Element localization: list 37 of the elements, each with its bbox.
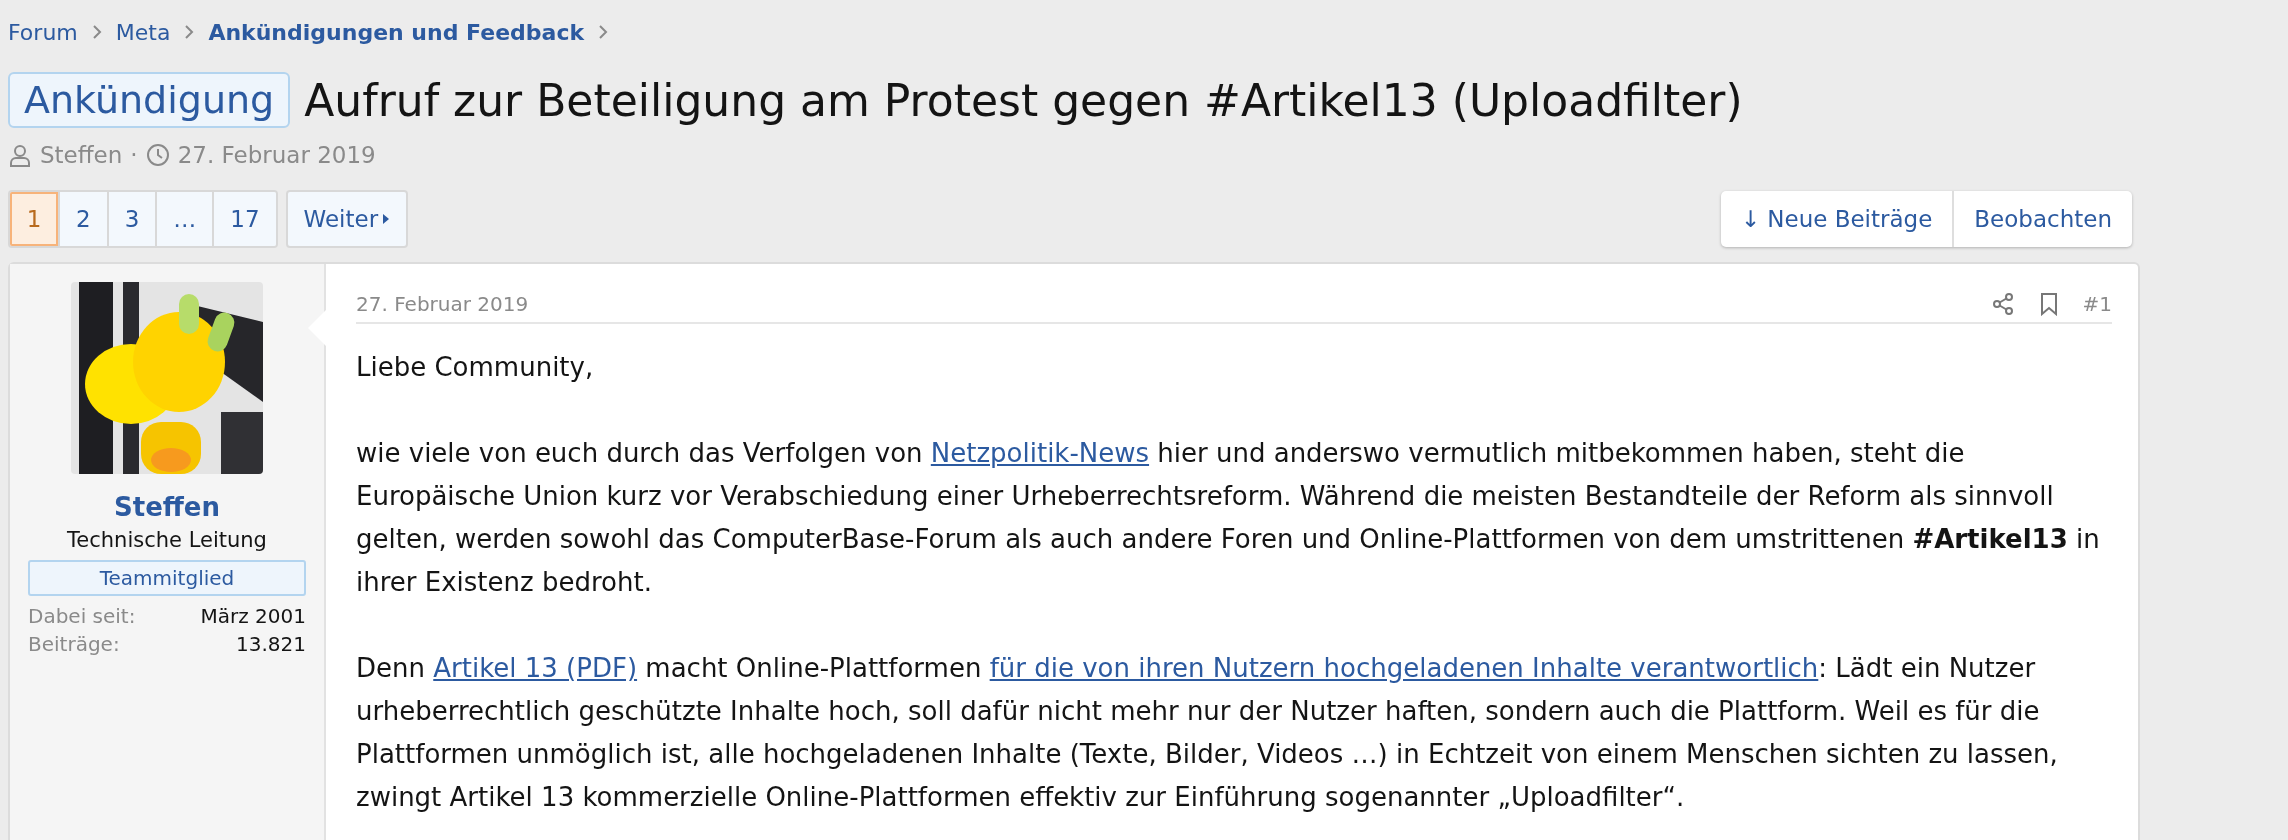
chevron-right-icon bbox=[91, 24, 102, 40]
post-paragraph: wie viele von euch durch das Verfolgen von Netzpolitik-News hier und anderswo vermutlich mitbekommen haben, steht die Europäische Union kurz vor Verabschiedung einer Urheberrechtsreform. Während die meisten Bestandteile der Reform als sinnvoll gelten, werden sowohl das ComputerBase-Forum als auch andere Foren und Online-Plattformen von dem umstrittenen #Artikel13 in ihrer Existenz bedroht. bbox=[356, 437, 2101, 599]
share-icon[interactable] bbox=[1990, 292, 2015, 316]
page-button[interactable]: 1 bbox=[10, 192, 58, 246]
clock-icon bbox=[145, 143, 170, 167]
text-link[interactable]: für die von ihren Nutzern hochgeladenen Inhalte verantwortlich bbox=[989, 653, 1819, 683]
post-paragraph: Denn Artikel 13 (PDF) macht Online-Plattformen für die von ihren Nutzern hochgeladenen Inhalte verantwortlich: Lädt ein Nutzer urheberrechtlich geschützte Inhalte hoch, soll dafür nicht mehr nur der Nutzer haften, sondern auch die Plattform. Weil es für die Plattformen unmöglich ist, alle hochgeladenen Inhalte (Texte, Bilder, Videos …) in Echtzeit von einem Menschen sichten zu lassen, zwingt Artikel 13 kommerzielle Online-Plattformen effektiv zur Einführung sogenannter „Uploadfilter“. bbox=[356, 652, 2059, 814]
stat-label: Dabei seit: bbox=[28, 604, 137, 628]
text-link[interactable]: Artikel 13 (PDF) bbox=[433, 653, 638, 683]
action-button[interactable]: Beobachten bbox=[1952, 191, 2132, 247]
separator-dot: · bbox=[130, 142, 138, 168]
page-button[interactable]: 3 bbox=[106, 192, 156, 246]
stat-value: März 2001 bbox=[199, 604, 306, 628]
thread-prefix-label: Ankündigung bbox=[8, 72, 291, 128]
next-page-button[interactable]: Weiter bbox=[285, 190, 409, 248]
thread-date: 27. Februar 2019 bbox=[177, 142, 376, 168]
breadcrumb-link[interactable]: Forum bbox=[8, 19, 78, 45]
chevron-right-icon bbox=[184, 24, 195, 40]
page-button[interactable]: 17 bbox=[212, 192, 276, 246]
post-paragraph: Liebe Community, bbox=[356, 351, 595, 384]
action-button[interactable]: ↓ Neue Beiträge bbox=[1720, 191, 1953, 247]
user-icon bbox=[8, 143, 32, 167]
post-number-link[interactable]: #1 bbox=[2082, 292, 2112, 316]
caret-icon bbox=[382, 213, 391, 225]
post-date[interactable]: 27. Februar 2019 bbox=[356, 292, 529, 316]
username-link[interactable]: Steffen bbox=[114, 492, 220, 522]
user-title: Technische Leitung bbox=[67, 528, 267, 552]
breadcrumb-link[interactable]: Ankündigungen und Feedback bbox=[208, 19, 585, 45]
stat-label: Beiträge: bbox=[28, 632, 121, 656]
text-link[interactable]: Netzpolitik-News bbox=[930, 438, 1150, 468]
page-button[interactable]: 2 bbox=[58, 192, 107, 246]
user-banner: Teammitglied bbox=[28, 560, 306, 596]
chevron-right-icon bbox=[598, 24, 609, 40]
page-button[interactable]: … bbox=[155, 192, 213, 246]
breadcrumb-link[interactable]: Meta bbox=[115, 19, 171, 45]
thread-title: Aufruf zur Beteiligung am Protest gegen #Artikel13 (Uploadfilter) bbox=[304, 74, 1743, 126]
stat-value: 13.821 bbox=[235, 632, 306, 656]
